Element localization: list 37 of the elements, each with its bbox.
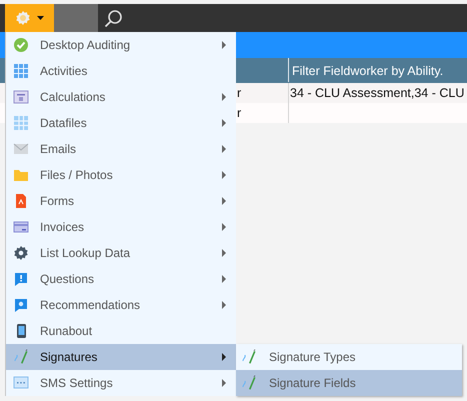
chat-bubble-icon: [13, 375, 29, 391]
document-icon: [13, 193, 29, 209]
menu-item[interactable]: Files / Photos: [6, 162, 236, 188]
grid-icon: [13, 63, 29, 79]
pen-icon: [241, 375, 257, 391]
menu-item[interactable]: Signatures: [6, 344, 236, 370]
table-cell-text: r: [236, 105, 242, 122]
toolbar-segment: [54, 4, 98, 32]
envelope-icon: [13, 141, 29, 157]
menu-item[interactable]: Calculations: [6, 84, 236, 110]
menu-item[interactable]: Forms: [6, 188, 236, 214]
pen-icon: [241, 349, 257, 365]
menu-item[interactable]: Datafiles: [6, 110, 236, 136]
search-icon[interactable]: [104, 8, 123, 28]
menu-item[interactable]: Activities: [6, 58, 236, 84]
window-icon: [13, 89, 29, 105]
menu-item[interactable]: Emails: [6, 136, 236, 162]
table-cell-text: r: [236, 85, 242, 102]
folder-icon: [13, 167, 29, 183]
menu-item[interactable]: SMS Settings: [6, 370, 236, 396]
check-icon: [13, 37, 29, 53]
pen-icon: [13, 349, 29, 365]
menu-item[interactable]: Recommendations: [6, 292, 236, 318]
menu-item[interactable]: Signature Types: [236, 344, 462, 370]
question-bubble-icon: [13, 271, 29, 287]
table-icon: [13, 115, 29, 131]
menu-item[interactable]: List Lookup Data: [6, 240, 236, 266]
gear-icon: [13, 245, 29, 261]
gear-icon: [15, 10, 31, 26]
menu-item[interactable]: Desktop Auditing: [6, 32, 236, 58]
menu-item[interactable]: Signature Fields: [236, 370, 462, 396]
menu-item[interactable]: Invoices: [6, 214, 236, 240]
menu-item[interactable]: Runabout: [6, 318, 236, 344]
card-icon: [13, 219, 29, 235]
column-header[interactable]: Filter Fieldworker by Ability.: [288, 58, 467, 82]
menu-item[interactable]: Questions: [6, 266, 236, 292]
caret-icon: [37, 16, 44, 20]
